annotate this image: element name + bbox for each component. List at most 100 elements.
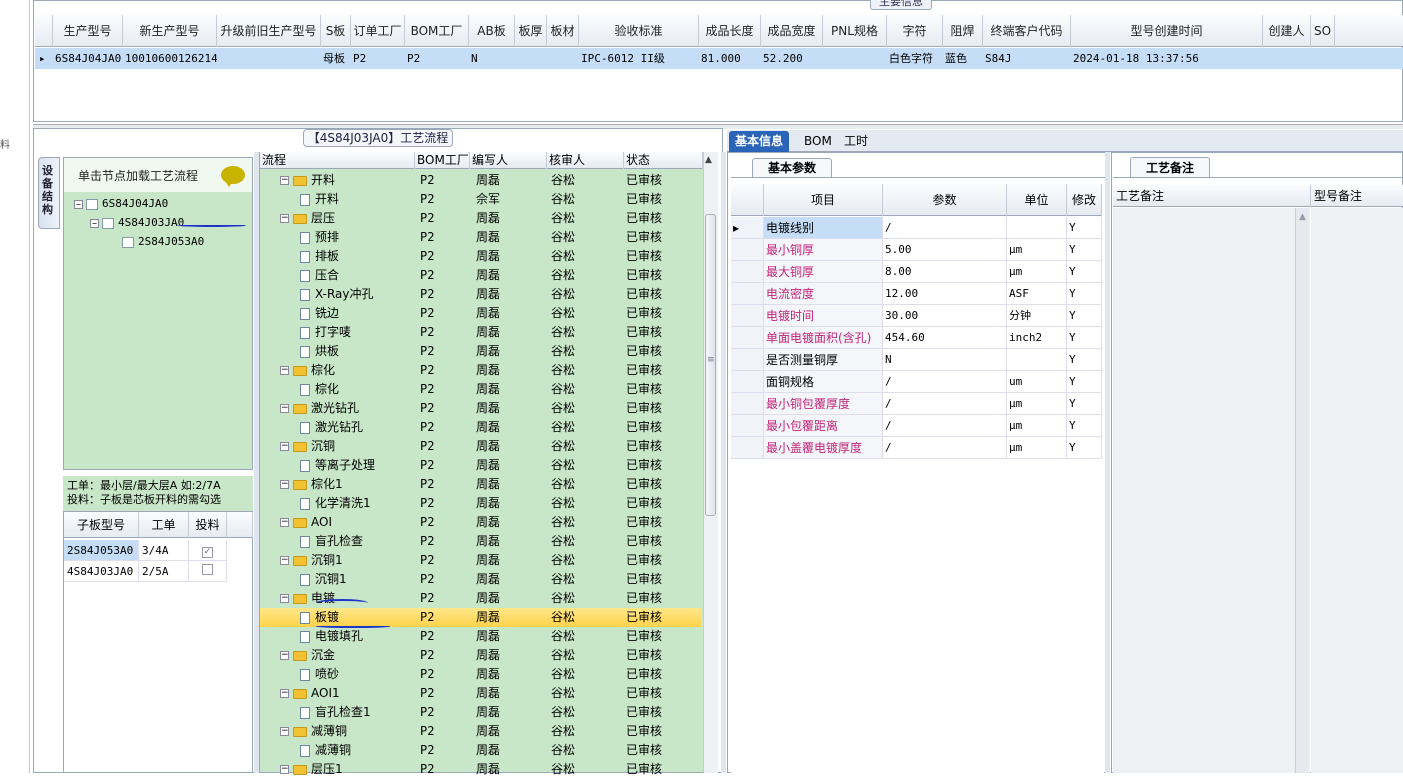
process-row[interactable]: 铣边 P2 周磊 谷松 已审核 bbox=[260, 304, 701, 323]
collapse-icon[interactable]: − bbox=[280, 480, 289, 489]
process-row[interactable]: 等离子处理 P2 周磊 谷松 已审核 bbox=[260, 456, 701, 475]
col-header[interactable]: 新生产型号 bbox=[123, 15, 217, 47]
process-row[interactable]: − 减薄铜 P2 周磊 谷松 已审核 bbox=[260, 722, 701, 741]
feed-checkbox[interactable]: ✓ bbox=[202, 547, 213, 558]
cell-feed[interactable]: ✓ bbox=[189, 540, 227, 561]
param-row[interactable]: 电流密度 12.00 ASF Y bbox=[731, 283, 1102, 305]
main-info-cell[interactable]: P2 bbox=[407, 48, 469, 69]
process-row[interactable]: 电镀填孔 P2 周磊 谷松 已审核 bbox=[260, 627, 701, 646]
main-info-cell[interactable] bbox=[1265, 48, 1311, 69]
col-header-order[interactable]: 工单 bbox=[139, 512, 189, 538]
col-header[interactable]: 字符 bbox=[887, 15, 943, 47]
process-row[interactable]: 预排 P2 周磊 谷松 已审核 bbox=[260, 228, 701, 247]
col-header[interactable]: 型号创建时间 bbox=[1071, 15, 1263, 47]
process-row[interactable]: − 沉金 P2 周磊 谷松 已审核 bbox=[260, 646, 701, 665]
process-row[interactable]: − 沉铜1 P2 周磊 谷松 已审核 bbox=[260, 551, 701, 570]
col-header[interactable]: 成品长度 bbox=[699, 15, 761, 47]
process-row[interactable]: 压合 P2 周磊 谷松 已审核 bbox=[260, 266, 701, 285]
process-row[interactable]: − AOI1 P2 周磊 谷松 已审核 bbox=[260, 684, 701, 703]
collapse-icon[interactable]: − bbox=[280, 594, 289, 603]
notes-scrollbar[interactable]: ▲ bbox=[1295, 208, 1309, 773]
tab-basic-params[interactable]: 基本参数 bbox=[752, 158, 832, 178]
main-info-cell[interactable]: S84J bbox=[985, 48, 1071, 69]
param-param[interactable]: / bbox=[883, 437, 1007, 459]
process-row[interactable]: 化学清洗1 P2 周磊 谷松 已审核 bbox=[260, 494, 701, 513]
main-info-cell[interactable]: 2024-01-18 13:37:56 bbox=[1073, 48, 1263, 69]
col-header[interactable]: 板材 bbox=[547, 15, 579, 47]
col-header[interactable]: 终端客户代码 bbox=[983, 15, 1071, 47]
cell-child-model[interactable]: 4S84J03JA0 bbox=[64, 561, 139, 582]
process-row[interactable]: − 沉铜 P2 周磊 谷松 已审核 bbox=[260, 437, 701, 456]
col-header-item[interactable]: 项目 bbox=[764, 184, 883, 216]
col-header[interactable]: 订单工厂 bbox=[351, 15, 405, 47]
vertical-splitter-right[interactable] bbox=[1105, 152, 1110, 773]
param-param[interactable]: 5.00 bbox=[883, 239, 1007, 261]
process-row[interactable]: 沉铜1 P2 周磊 谷松 已审核 bbox=[260, 570, 701, 589]
col-header-unit[interactable]: 单位 bbox=[1007, 184, 1067, 216]
process-row[interactable]: 喷砂 P2 周磊 谷松 已审核 bbox=[260, 665, 701, 684]
param-param[interactable]: / bbox=[883, 371, 1007, 393]
main-info-cell[interactable] bbox=[825, 48, 887, 69]
process-row[interactable]: − 层压1 P2 周磊 谷松 已审核 bbox=[260, 760, 701, 779]
process-row[interactable]: 盲孔检查 P2 周磊 谷松 已审核 bbox=[260, 532, 701, 551]
process-row[interactable]: − 激光钻孔 P2 周磊 谷松 已审核 bbox=[260, 399, 701, 418]
param-param[interactable]: N bbox=[883, 349, 1007, 371]
process-row[interactable]: 盲孔检查1 P2 周磊 谷松 已审核 bbox=[260, 703, 701, 722]
param-param[interactable]: / bbox=[883, 415, 1007, 437]
col-header-writer[interactable]: 编写人 bbox=[470, 152, 547, 169]
param-param[interactable]: 8.00 bbox=[883, 261, 1007, 283]
process-row[interactable]: 烘板 P2 周磊 谷松 已审核 bbox=[260, 342, 701, 361]
process-row[interactable]: − 棕化 P2 周磊 谷松 已审核 bbox=[260, 361, 701, 380]
param-param[interactable]: 30.00 bbox=[883, 305, 1007, 327]
main-info-cell[interactable]: IPC-6012 II级 bbox=[581, 48, 699, 69]
tab-process-notes[interactable]: 工艺备注 bbox=[1130, 157, 1210, 178]
process-row[interactable]: 开料 P2 佘军 谷松 已审核 bbox=[260, 190, 701, 209]
col-header-bom[interactable]: BOM工厂 bbox=[415, 152, 470, 169]
process-row[interactable]: 打字唛 P2 周磊 谷松 已审核 bbox=[260, 323, 701, 342]
col-header[interactable]: S板 bbox=[321, 15, 351, 47]
col-header-child-model[interactable]: 子板型号 bbox=[64, 512, 139, 538]
param-param[interactable]: 454.60 bbox=[883, 327, 1007, 349]
col-header[interactable]: 阻焊 bbox=[943, 15, 983, 47]
tree-node-root[interactable]: −6S84J04JA0 bbox=[74, 197, 168, 210]
main-info-cell[interactable] bbox=[1313, 48, 1335, 69]
tab-hours[interactable]: 工时 bbox=[838, 131, 874, 152]
col-header-reviewer[interactable]: 核审人 bbox=[547, 152, 624, 169]
col-header-feed[interactable]: 投料 bbox=[189, 512, 227, 538]
param-row[interactable]: 最小铜包覆厚度 / μm Y bbox=[731, 393, 1102, 415]
main-info-cell[interactable]: 蓝色 bbox=[945, 48, 983, 69]
collapse-icon[interactable]: − bbox=[280, 176, 289, 185]
col-header-param[interactable]: 参数 bbox=[883, 184, 1007, 216]
scroll-up-icon[interactable]: ▲ bbox=[705, 155, 712, 165]
col-header[interactable]: 生产型号 bbox=[53, 15, 123, 47]
process-row[interactable]: − 开料 P2 周磊 谷松 已审核 bbox=[260, 171, 701, 190]
main-info-row[interactable]: ▸ 6S84J04JA0 10010600126214 母板 P2 P2 N IPC-6012… bbox=[35, 48, 1403, 69]
collapse-icon[interactable]: − bbox=[280, 727, 289, 736]
param-row[interactable]: 最小包覆距离 / μm Y bbox=[731, 415, 1102, 437]
process-row[interactable]: 减薄铜 P2 周磊 谷松 已审核 bbox=[260, 741, 701, 760]
col-header-flow[interactable]: 流程 bbox=[260, 152, 415, 169]
scroll-thumb[interactable] bbox=[705, 214, 716, 516]
cell-order[interactable]: 3/4A bbox=[139, 540, 189, 561]
process-row[interactable]: X-Ray冲孔 P2 周磊 谷松 已审核 bbox=[260, 285, 701, 304]
collapse-icon[interactable]: − bbox=[280, 214, 289, 223]
main-info-cell[interactable]: 10010600126214 bbox=[125, 48, 217, 69]
feed-checkbox[interactable] bbox=[202, 564, 213, 575]
main-info-cell[interactable]: 6S84J04JA0 bbox=[55, 48, 123, 69]
main-info-cell[interactable]: 81.000 bbox=[701, 48, 761, 69]
main-info-cell[interactable] bbox=[549, 48, 579, 69]
main-info-cell[interactable] bbox=[219, 48, 321, 69]
collapse-icon[interactable]: − bbox=[280, 651, 289, 660]
process-row[interactable]: − AOI P2 周磊 谷松 已审核 bbox=[260, 513, 701, 532]
param-row[interactable]: 最大铜厚 8.00 μm Y bbox=[731, 261, 1102, 283]
param-row[interactable]: 单面电镀面积(含孔) 454.60 inch2 Y bbox=[731, 327, 1102, 349]
param-row[interactable]: 最小盖覆电镀厚度 / μm Y bbox=[731, 437, 1102, 459]
collapse-icon[interactable]: − bbox=[280, 556, 289, 565]
col-header[interactable]: SO bbox=[1311, 15, 1335, 47]
col-header[interactable]: PNL规格 bbox=[823, 15, 887, 47]
col-header[interactable]: 创建人 bbox=[1263, 15, 1311, 47]
cell-child-model[interactable]: 2S84J053A0 bbox=[64, 540, 139, 561]
tab-equipment-structure[interactable]: 设备结构 bbox=[38, 157, 60, 229]
col-header[interactable]: BOM工厂 bbox=[405, 15, 469, 47]
process-row[interactable]: 激光钻孔 P2 周磊 谷松 已审核 bbox=[260, 418, 701, 437]
